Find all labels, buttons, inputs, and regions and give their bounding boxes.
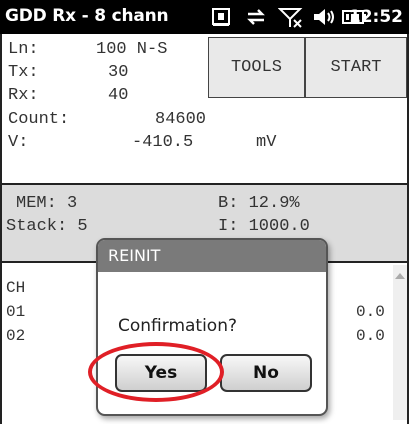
no-button[interactable]: No [220,354,312,392]
app-title: GDD Rx - 8 chann [5,6,169,26]
voltage-label: V: [8,133,29,152]
yes-button[interactable]: Yes [115,354,207,392]
title-bar: GDD Rx - 8 chann 12:52 [0,0,409,34]
info-panel: Ln: 100 N-S Tx: 30 Rx: 40 Count: 84600 V… [0,34,409,185]
signal-off-icon[interactable] [278,6,304,28]
count-value: 84600 [155,110,207,129]
dialog-title: REINIT [98,240,326,272]
mem-value: MEM: 3 [16,194,78,213]
dialog-message: Confirmation? [118,316,238,336]
rx-value: 40 [108,86,129,105]
reinit-dialog: REINIT Confirmation? Yes No [96,238,328,416]
rx-label: Rx: [8,86,39,105]
ln-value: 100 N-S [96,40,168,59]
tools-button[interactable]: TOOLS [208,37,305,98]
scroll-up-icon[interactable] [395,273,405,279]
calendar-icon[interactable] [210,6,232,28]
voltage-unit: mV [256,133,277,152]
table-row-value: 0.0 [356,327,385,345]
clock: 12:52 [348,7,403,27]
stack-value: Stack: 5 [6,217,88,236]
count-label: Count: [8,110,70,129]
tx-label: Tx: [8,63,39,82]
table-header-ch: CH [6,279,26,297]
tx-value: 30 [108,63,129,82]
volume-icon[interactable] [312,6,336,28]
table-row-ch: 02 [6,327,26,345]
b-value: B: 12.9% [218,194,300,213]
ln-label: Ln: [8,40,39,59]
sync-icon[interactable] [244,6,268,28]
table-row-ch: 01 [6,303,26,321]
current-value: I: 1000.0 [218,217,310,236]
table-row-value: 0.0 [356,303,385,321]
voltage-value: -410.5 [132,133,194,152]
start-button[interactable]: START [305,37,407,98]
table-scrollbar[interactable] [393,265,407,420]
